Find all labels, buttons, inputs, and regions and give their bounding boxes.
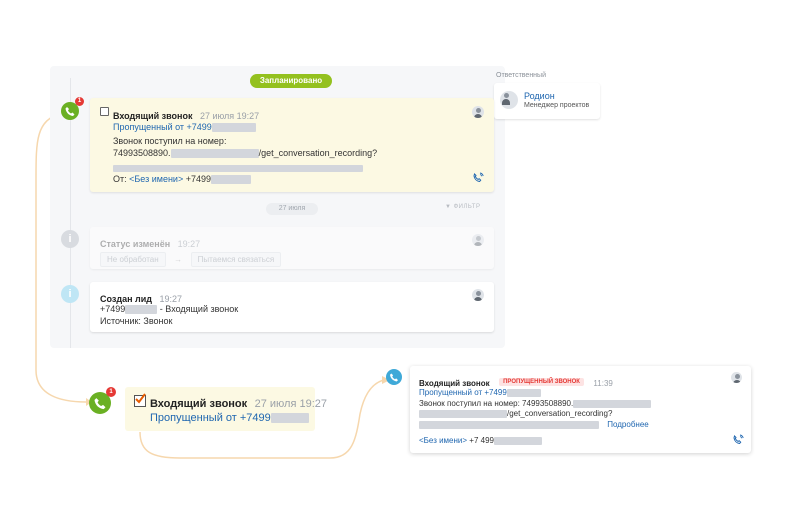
info-icon: i — [61, 285, 79, 303]
checked-checkbox[interactable] — [134, 393, 146, 407]
detail-contact-link[interactable]: <Без имени> — [419, 436, 467, 445]
responsible-role: Менеджер проектов — [524, 102, 590, 109]
call-detail-card[interactable]: Входящий звонок ПРОПУЩЕННЫЙ ЗВОНОК 11:39… — [410, 366, 751, 453]
author-avatar — [472, 234, 484, 246]
status-to: Пытаемся связаться — [190, 252, 282, 267]
incoming-call-card[interactable]: Входящий звонок 27 июля 19:27 Пропущенны… — [90, 98, 494, 192]
more-link[interactable]: Подробнее — [607, 420, 649, 429]
author-avatar — [472, 106, 484, 118]
detail-missed-link[interactable]: Пропущенный от +7499 — [419, 388, 541, 397]
lead-title: Создан лид — [100, 294, 152, 304]
filter-button[interactable]: ▼ ФИЛЬТР — [445, 204, 480, 210]
phone-icon — [386, 369, 402, 385]
detail-line2: /get_conversation_recording? — [419, 409, 612, 418]
zoom-missed-link[interactable]: Пропущенный от +7499 — [150, 412, 309, 424]
missed-call-link[interactable]: Пропущенный от +7499 — [113, 122, 256, 133]
call-recording-icon[interactable] — [472, 171, 484, 189]
filter-icon: ▼ — [445, 204, 452, 210]
task-checkbox[interactable] — [100, 107, 109, 116]
detail-from: <Без имени> +7 499 — [419, 436, 542, 445]
notification-badge: 1 — [75, 97, 84, 106]
detail-line1: Звонок поступил на номер: 74993508890. — [419, 399, 652, 408]
call-line1: Звонок поступил на номер: — [113, 136, 227, 146]
lead-source: Источник: Звонок — [100, 316, 173, 326]
call-recording-icon[interactable] — [732, 433, 744, 451]
zoomed-call-card[interactable]: Входящий звонок 27 июля 19:27 Пропущенны… — [125, 387, 327, 431]
status-changed-card[interactable]: Статус изменён 19:27 Не обработан → Пыта… — [90, 227, 494, 269]
call-time: 27 июля 19:27 — [199, 111, 260, 121]
detail-time: 11:39 — [593, 379, 613, 388]
responsible-avatar — [500, 91, 518, 109]
responsible-header: Ответственный — [496, 72, 546, 79]
zoom-call-title: Входящий звонок — [150, 398, 248, 410]
contact-link[interactable]: <Без имени> — [129, 174, 183, 184]
call-from: От: <Без имени> +7499 — [113, 174, 252, 185]
lead-created-card[interactable]: Создан лид 19:27 +7499 - Входящий звонок… — [90, 282, 494, 332]
lead-time: 19:27 — [159, 294, 182, 304]
missed-call-tag: ПРОПУЩЕННЫЙ ЗВОНОК — [499, 377, 584, 386]
zoom-call-time: 27 июля 19:27 — [254, 398, 328, 410]
author-avatar — [731, 372, 742, 383]
status-arrow: → — [174, 255, 183, 264]
info-icon: i — [61, 230, 79, 248]
responsible-box[interactable]: Родион Менеджер проектов — [494, 83, 600, 119]
responsible-card[interactable]: Ответственный Родион Менеджер проектов — [494, 69, 600, 119]
status-from: Не обработан — [100, 252, 166, 267]
detail-title: Входящий звонок — [419, 379, 490, 388]
status-time: 19:27 — [177, 239, 201, 249]
status-title: Статус изменён — [100, 239, 171, 249]
notification-badge: 1 — [106, 387, 116, 397]
responsible-name[interactable]: Родион — [524, 91, 555, 101]
author-avatar — [472, 289, 484, 301]
date-separator: 27 июля — [266, 203, 318, 215]
planned-pill[interactable]: Запланировано — [250, 74, 332, 88]
lead-phone: +7499 - Входящий звонок — [100, 304, 239, 315]
detail-line3: Подробнее — [419, 420, 649, 429]
call-title: Входящий звонок — [113, 111, 193, 121]
call-line2: 74993508890./get_conversation_recording? — [113, 148, 378, 159]
